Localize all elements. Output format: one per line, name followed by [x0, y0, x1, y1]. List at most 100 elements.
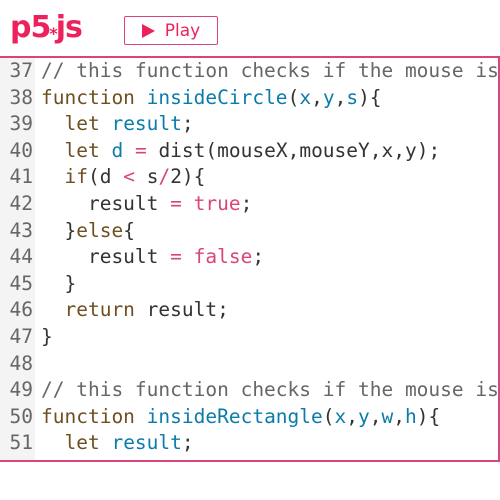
code-text: // this function checks if the mouse is	[41, 377, 499, 404]
code-line[interactable]: 39 let result;	[0, 111, 500, 138]
line-number: 39	[9, 112, 33, 136]
code-token: ,	[369, 404, 382, 428]
code-line[interactable]: 44 result = false;	[0, 244, 500, 271]
line-number: 49	[9, 378, 33, 402]
code-token: y	[358, 404, 370, 428]
line-number: 40	[9, 138, 33, 162]
code-token: result;	[146, 298, 229, 322]
code-token: x	[334, 404, 347, 428]
code-text: }else{	[41, 218, 135, 245]
code-text: let result;	[41, 430, 194, 457]
code-token: ,	[393, 404, 406, 428]
code-token: else	[76, 218, 124, 242]
code-token: (	[287, 85, 300, 109]
code-token: function	[41, 85, 147, 109]
code-token: =	[170, 245, 182, 269]
line-number: 43	[9, 218, 33, 242]
code-text: if(d < s/2){	[41, 164, 205, 191]
line-number: 44	[9, 245, 33, 269]
code-line[interactable]: 42 result = true;	[0, 191, 500, 218]
logo-text: p5	[10, 10, 51, 45]
code-token: insideCircle	[146, 85, 288, 109]
code-text: let result;	[41, 111, 194, 138]
line-number: 46	[9, 298, 33, 322]
logo-suffix: js	[55, 10, 83, 45]
code-token: ;	[181, 431, 194, 455]
code-token: // this function checks if the mouse is	[41, 59, 499, 82]
code-token: (d	[87, 165, 124, 189]
code-token: {	[123, 218, 135, 242]
code-line[interactable]: 43 }else{	[0, 218, 500, 245]
code-token: ;	[240, 192, 253, 215]
line-number: 45	[9, 271, 33, 295]
code-token: ;	[181, 112, 194, 136]
code-line[interactable]: 45 }	[0, 271, 500, 298]
code-editor[interactable]: 37 // this function checks if the mouse i…	[0, 58, 500, 460]
code-line[interactable]: 40 let d = dist(mouseX,mouseY,x,y);	[0, 138, 500, 165]
toolbar: p5*js Play	[0, 0, 500, 58]
code-text: function insideCircle(x,y,s){	[41, 85, 382, 112]
code-text: return result;	[41, 297, 229, 324]
code-token: d	[111, 138, 124, 162]
code-token: let	[64, 138, 112, 162]
code-token: <	[123, 165, 135, 189]
code-token: result	[41, 245, 171, 269]
code-line[interactable]: 51 let result;	[0, 430, 500, 457]
code-token: let	[64, 431, 112, 455]
code-token: dist(mouseX,mouseY,x,y);	[146, 138, 441, 162]
code-line[interactable]: 47}	[0, 324, 500, 351]
code-text: }	[41, 271, 76, 298]
line-number: 41	[9, 165, 33, 189]
line-number: 47	[9, 325, 33, 348]
code-token: x	[299, 85, 312, 109]
p5js-logo: p5*js	[10, 8, 83, 48]
code-token: w	[381, 404, 394, 428]
code-token: function	[41, 404, 147, 428]
line-number: 42	[9, 192, 33, 215]
code-text: // this function checks if the mouse is	[41, 58, 499, 85]
code-token: false	[193, 245, 253, 269]
code-token: result	[111, 431, 182, 455]
code-line[interactable]: 50 function insideRectangle(x,y,w,h){	[0, 404, 500, 431]
code-token: }	[41, 325, 53, 348]
code-line[interactable]: 41 if(d < s/2){	[0, 164, 500, 191]
code-token: if	[64, 165, 88, 189]
code-text: let d = dist(mouseX,mouseY,x,y);	[41, 138, 440, 165]
code-line[interactable]: 37 // this function checks if the mouse i…	[0, 58, 500, 85]
code-token: y	[322, 85, 335, 109]
line-number: 37	[9, 59, 33, 82]
code-token: ,	[346, 404, 359, 428]
code-token: true	[193, 192, 241, 215]
code-token: 2){	[170, 165, 206, 189]
code-line[interactable]: 46 return result;	[0, 297, 500, 324]
code-line[interactable]: 48	[0, 351, 500, 378]
code-token: result	[111, 112, 182, 136]
code-text: }	[41, 324, 53, 351]
code-token: s	[134, 165, 159, 189]
play-button-label: Play	[164, 20, 201, 41]
code-token: result	[41, 192, 171, 215]
code-token: h	[405, 404, 417, 428]
code-text: result = false;	[41, 244, 264, 271]
code-line[interactable]: 38 function insideCircle(x,y,s){	[0, 85, 500, 112]
code-text: result = true;	[41, 191, 252, 218]
line-number: 38	[9, 85, 33, 109]
code-line[interactable]: 49 // this function checks if the mouse i…	[0, 377, 500, 404]
code-token: ){	[358, 85, 382, 109]
code-token: ){	[416, 404, 441, 428]
code-token: let	[64, 112, 112, 136]
line-number: 48	[9, 351, 33, 375]
code-token: ;	[252, 245, 265, 269]
code-token: }	[41, 218, 77, 242]
line-number: 51	[9, 431, 33, 455]
play-button[interactable]: Play	[124, 16, 218, 45]
code-token: =	[170, 192, 182, 215]
line-number: 50	[9, 404, 33, 428]
